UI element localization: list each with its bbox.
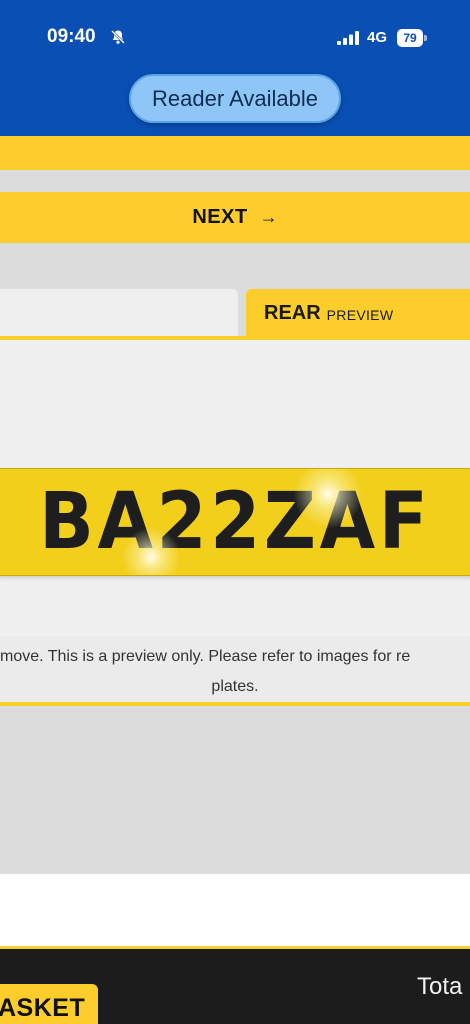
- battery-level: 79: [397, 29, 423, 47]
- tab-rear-preview[interactable]: REAR PREVIEW: [246, 289, 470, 338]
- tab-front-preview[interactable]: [0, 289, 238, 336]
- notice-text-line1: move. This is a preview only. Please ref…: [0, 648, 411, 665]
- add-to-basket-button[interactable]: ASKET: [0, 984, 98, 1024]
- top-yellow-band: [0, 136, 470, 170]
- notice-text-line2: plates.: [211, 678, 259, 695]
- number-plate-preview: BA22ZAF: [0, 468, 470, 576]
- reader-available-label: Reader Available: [152, 85, 318, 111]
- network-type: 4G: [367, 29, 388, 46]
- arrow-right-icon: →: [259, 207, 278, 227]
- spacer: [0, 170, 470, 192]
- next-label: NEXT: [192, 206, 248, 228]
- signal-icon: [337, 31, 359, 45]
- battery-icon: 79: [397, 29, 427, 47]
- bell-off-icon: [111, 30, 125, 44]
- basket-label: ASKET: [0, 994, 86, 1022]
- reader-available-button[interactable]: Reader Available: [129, 74, 341, 123]
- header-bar: 09:40 4G 79 Reader Available: [0, 0, 470, 136]
- tab-rear-sublabel: PREVIEW: [326, 307, 394, 323]
- plate-registration: BA22ZAF: [38, 477, 432, 567]
- content-background: [0, 710, 470, 874]
- content-white-strip: [0, 874, 470, 946]
- total-label: Tota: [417, 973, 463, 1000]
- battery-tip: [424, 35, 427, 41]
- preview-notice: move. This is a preview only. Please ref…: [0, 636, 470, 706]
- footer-bar: ASKET Tota: [0, 946, 470, 1024]
- app-screen: 09:40 4G 79 Reader Available NEXT → REAR…: [0, 0, 470, 1024]
- status-time: 09:40: [47, 26, 96, 47]
- tab-rear-label: REAR: [264, 302, 321, 324]
- next-button[interactable]: NEXT →: [0, 192, 470, 243]
